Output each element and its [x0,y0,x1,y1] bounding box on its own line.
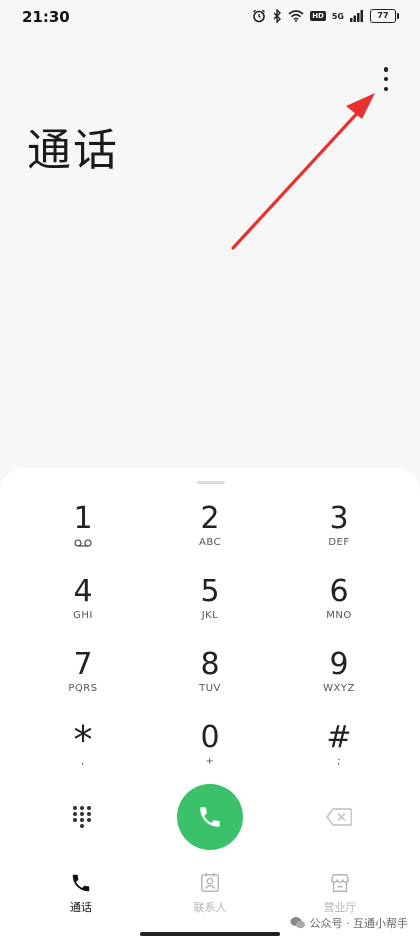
dial-key-4[interactable]: 4 GHI [28,575,138,639]
delete-button[interactable] [325,808,353,826]
dial-key-letters: JKL [201,610,219,621]
dial-key-digit: 2 [200,501,220,536]
dial-key-letters: GHI [73,610,93,621]
home-indicator[interactable] [140,932,280,936]
watermark-text: 公众号 · 互通小帮手 [309,917,409,930]
dial-key-digit: 6 [329,574,349,609]
dial-key-digit: 0 [200,720,220,755]
dial-key-1[interactable]: 1 [28,502,138,566]
phone-icon [72,874,90,892]
nav-item-contacts[interactable]: 联系人 [170,872,250,915]
dial-key-letters: ; [337,756,341,767]
dial-key-letters: WXYZ [323,683,355,694]
nav-label: 营业厅 [323,901,357,914]
dial-key-9[interactable]: 9 WXYZ [284,648,394,712]
dial-key-7[interactable]: 7 PQRS [28,648,138,712]
dial-key-digit: 5 [200,574,220,609]
keypad-toggle-button[interactable] [70,804,94,828]
watermark: 公众号 · 互通小帮手 [290,915,409,931]
wechat-icon [290,917,305,929]
nav-item-calls[interactable]: 通话 [41,872,121,915]
dial-key-3[interactable]: 3 DEF [284,502,394,566]
dial-key-8[interactable]: 8 TUV [155,648,265,712]
dial-key-digit: 4 [73,574,93,609]
dial-key-letters: ABC [198,537,221,548]
dial-key-letters: MNO [326,610,352,621]
dial-key-letters: , [81,756,85,767]
dial-key-hash[interactable]: #; [284,721,394,785]
dial-key-letters: DEF [328,537,350,548]
backspace-icon [325,808,353,826]
contacts-icon [201,872,219,892]
nav-item-service-hall[interactable]: 营业厅 [300,872,380,915]
dial-key-digit: 1 [73,501,93,536]
dial-key-letters: TUV [199,683,221,694]
voicemail-icon [74,539,92,547]
dial-key-2[interactable]: 2 ABC [155,502,265,566]
annotation-arrow [231,93,375,250]
dial-key-star[interactable]: *, [28,721,138,785]
dialer-sheet: 1 2 ABC 3 DEF 4 GHI 5 JKL 6 MNO 7 PQRS 8 TUV 9 WXYZ *, 0 + #… [0,468,420,941]
nav-label: 通话 [70,901,92,914]
dial-key-5[interactable]: 5 JKL [155,575,265,639]
dial-key-6[interactable]: 6 MNO [284,575,394,639]
phone-icon [200,807,220,827]
dial-key-letters: + [205,756,215,767]
dial-key-digit: 9 [329,647,349,682]
dial-key-0[interactable]: 0 + [155,721,265,785]
keypad-icon [73,806,91,828]
call-button[interactable] [177,784,243,850]
dial-key-letters: PQRS [68,683,98,694]
dial-key-digit: 7 [73,647,93,682]
nav-label: 联系人 [193,901,227,914]
dial-key-digit: # [326,720,352,755]
sheet-handle[interactable] [197,481,225,484]
dial-key-digit: 8 [200,647,220,682]
dial-key-digit: * [73,718,93,762]
dial-key-digit: 3 [329,501,349,536]
store-icon [331,874,349,892]
